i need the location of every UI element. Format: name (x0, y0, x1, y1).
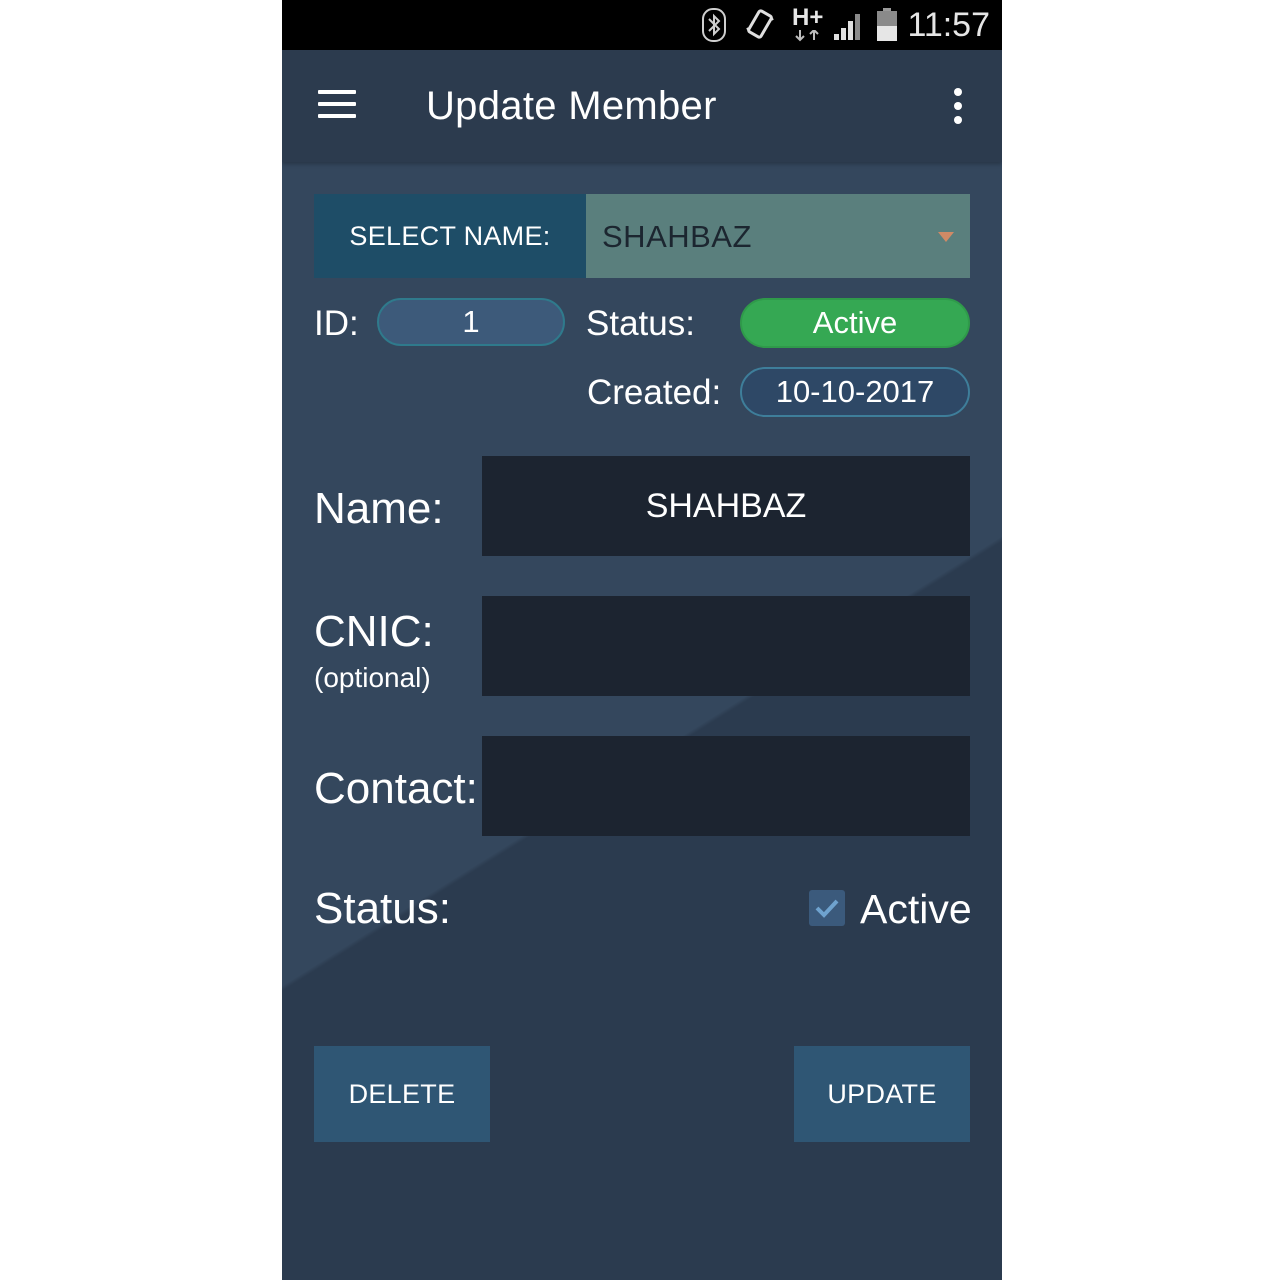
clock: 11:57 (907, 6, 990, 44)
phone-screen: H+ 11:57 Update Member SELECT NAME: SHAH… (282, 0, 1002, 1280)
app-toolbar: Update Member (282, 50, 1002, 162)
status-bar: H+ 11:57 (282, 0, 1002, 50)
more-vert-icon[interactable] (946, 86, 970, 126)
status-info-label: Status: (586, 304, 695, 343)
id-label: ID: (314, 304, 359, 343)
id-value-badge: 1 (377, 298, 565, 346)
checkmark-icon (815, 899, 839, 918)
created-label: Created: (587, 373, 722, 412)
delete-button[interactable]: DELETE (314, 1046, 490, 1142)
update-button[interactable]: UPDATE (794, 1046, 970, 1142)
cnic-input[interactable] (482, 596, 970, 696)
active-checkbox-label[interactable]: Active (860, 886, 972, 933)
cnic-label: CNIC: (314, 607, 434, 656)
vibrate-icon (744, 8, 776, 47)
contact-input[interactable] (482, 736, 970, 836)
name-label: Name: (314, 484, 444, 533)
active-checkbox[interactable] (809, 890, 845, 926)
status-badge: Active (740, 298, 970, 348)
network-h-plus-icon: H+ (792, 4, 824, 42)
dropdown-arrow-icon (938, 232, 954, 242)
signal-icon (832, 8, 866, 47)
status-label: Status: (314, 884, 451, 933)
bluetooth-icon (702, 8, 726, 47)
created-date-badge: 10-10-2017 (740, 367, 970, 417)
page-title: Update Member (426, 84, 717, 128)
selected-name-value: SHAHBAZ (602, 219, 752, 254)
select-name-label: SELECT NAME: (314, 194, 586, 278)
hamburger-menu-icon[interactable] (318, 90, 358, 122)
name-select-dropdown[interactable]: SHAHBAZ (586, 194, 970, 278)
name-input[interactable]: SHAHBAZ (482, 456, 970, 556)
contact-label: Contact: (314, 764, 478, 813)
cnic-optional-label: (optional) (314, 662, 431, 693)
network-type-label: H+ (792, 4, 824, 31)
battery-icon (876, 8, 898, 47)
